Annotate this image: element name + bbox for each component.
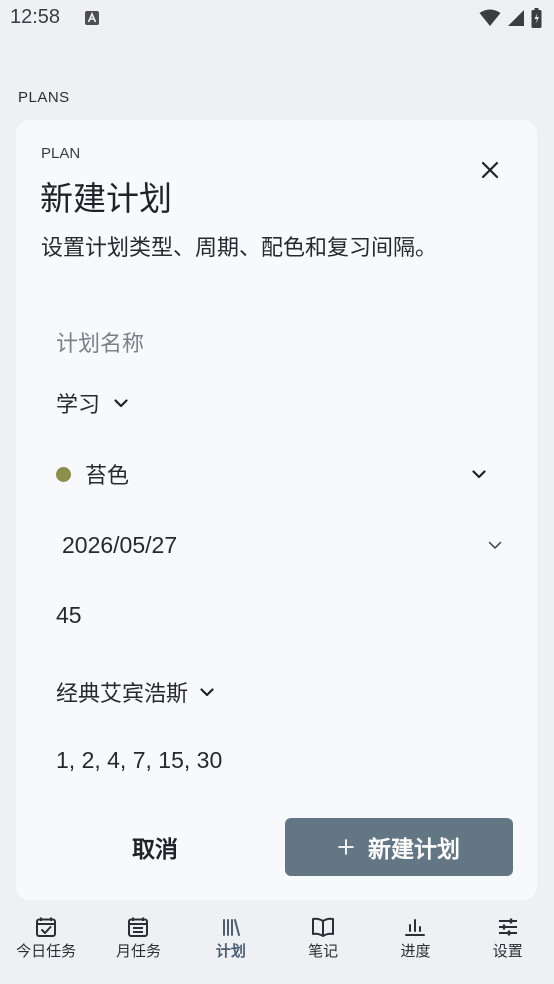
minutes-input[interactable]: 45: [56, 602, 82, 629]
close-button[interactable]: [476, 156, 504, 184]
plus-icon: [338, 839, 354, 855]
plan-name-input[interactable]: 计划名称: [56, 326, 144, 358]
plan-name-placeholder: 计划名称: [56, 332, 145, 357]
create-plan-label: 新建计划: [368, 837, 460, 863]
new-plan-dialog: PLAN 新建计划 设置计划类型、周期、配色和复习间隔。 计划名称 学习 苔色 …: [16, 120, 537, 900]
nav-label: 设置: [492, 942, 523, 960]
dialog-title: 新建计划: [40, 179, 172, 218]
wifi-icon: [479, 9, 501, 26]
create-plan-button[interactable]: 新建计划: [285, 818, 513, 876]
dialog-eyebrow: PLAN: [41, 145, 81, 162]
close-icon: [481, 161, 499, 179]
review-curve-value: 经典艾宾浩斯: [56, 682, 189, 707]
status-time: 12:58: [10, 6, 61, 28]
dialog-description: 设置计划类型、周期、配色和复习间隔。: [41, 236, 438, 261]
sliders-icon: [498, 918, 517, 936]
nav-label: 笔记: [308, 942, 339, 960]
text-a-icon: [85, 11, 99, 25]
plan-color-value: 苔色: [85, 464, 130, 489]
bottom-nav: 今日任务 月任务 计划 笔记 进度 设置: [0, 906, 554, 984]
nav-label: 月任务: [115, 942, 161, 960]
nav-item-today-tasks[interactable]: 今日任务: [0, 906, 92, 984]
review-intervals-value: 1, 2, 4, 7, 15, 30: [56, 747, 223, 773]
color-swatch: [56, 466, 71, 482]
review-curve-select[interactable]: 经典艾宾浩斯: [56, 676, 214, 708]
nav-item-month-tasks[interactable]: 月任务: [92, 906, 184, 984]
review-intervals-input[interactable]: 1, 2, 4, 7, 15, 30: [56, 747, 222, 774]
plan-type-select[interactable]: 学习: [56, 387, 128, 419]
signal-icon: [508, 10, 524, 26]
nav-item-notes[interactable]: 笔记: [277, 906, 369, 984]
chevron-down-icon: [472, 469, 486, 478]
start-date-value: 2026/05/27: [62, 532, 178, 558]
chevron-down-icon: [114, 398, 128, 407]
section-label: PLANS: [18, 89, 70, 106]
plan-type-value: 学习: [56, 393, 101, 418]
open-book-icon: [312, 917, 335, 937]
nav-item-progress[interactable]: 进度: [369, 906, 461, 984]
minutes-value: 45: [56, 602, 82, 628]
plan-color-select[interactable]: 苔色: [56, 458, 486, 490]
bar-chart-icon: [405, 919, 426, 936]
nav-item-settings[interactable]: 设置: [462, 906, 554, 984]
battery-icon: [531, 8, 542, 28]
start-date-select[interactable]: 2026/05/27: [62, 532, 502, 559]
calendar-check-icon: [36, 917, 57, 937]
chevron-down-icon: [488, 541, 502, 549]
cancel-button[interactable]: 取消: [74, 818, 236, 876]
chevron-down-icon: [200, 687, 214, 696]
calendar-month-icon: [128, 917, 149, 937]
nav-item-plans[interactable]: 计划: [185, 906, 277, 984]
status-icons: [479, 8, 542, 28]
nav-label: 今日任务: [16, 942, 77, 960]
nav-label: 计划: [215, 942, 246, 960]
status-bar: 12:58: [0, 0, 554, 38]
nav-label: 进度: [400, 942, 431, 960]
books-icon: [222, 919, 240, 936]
